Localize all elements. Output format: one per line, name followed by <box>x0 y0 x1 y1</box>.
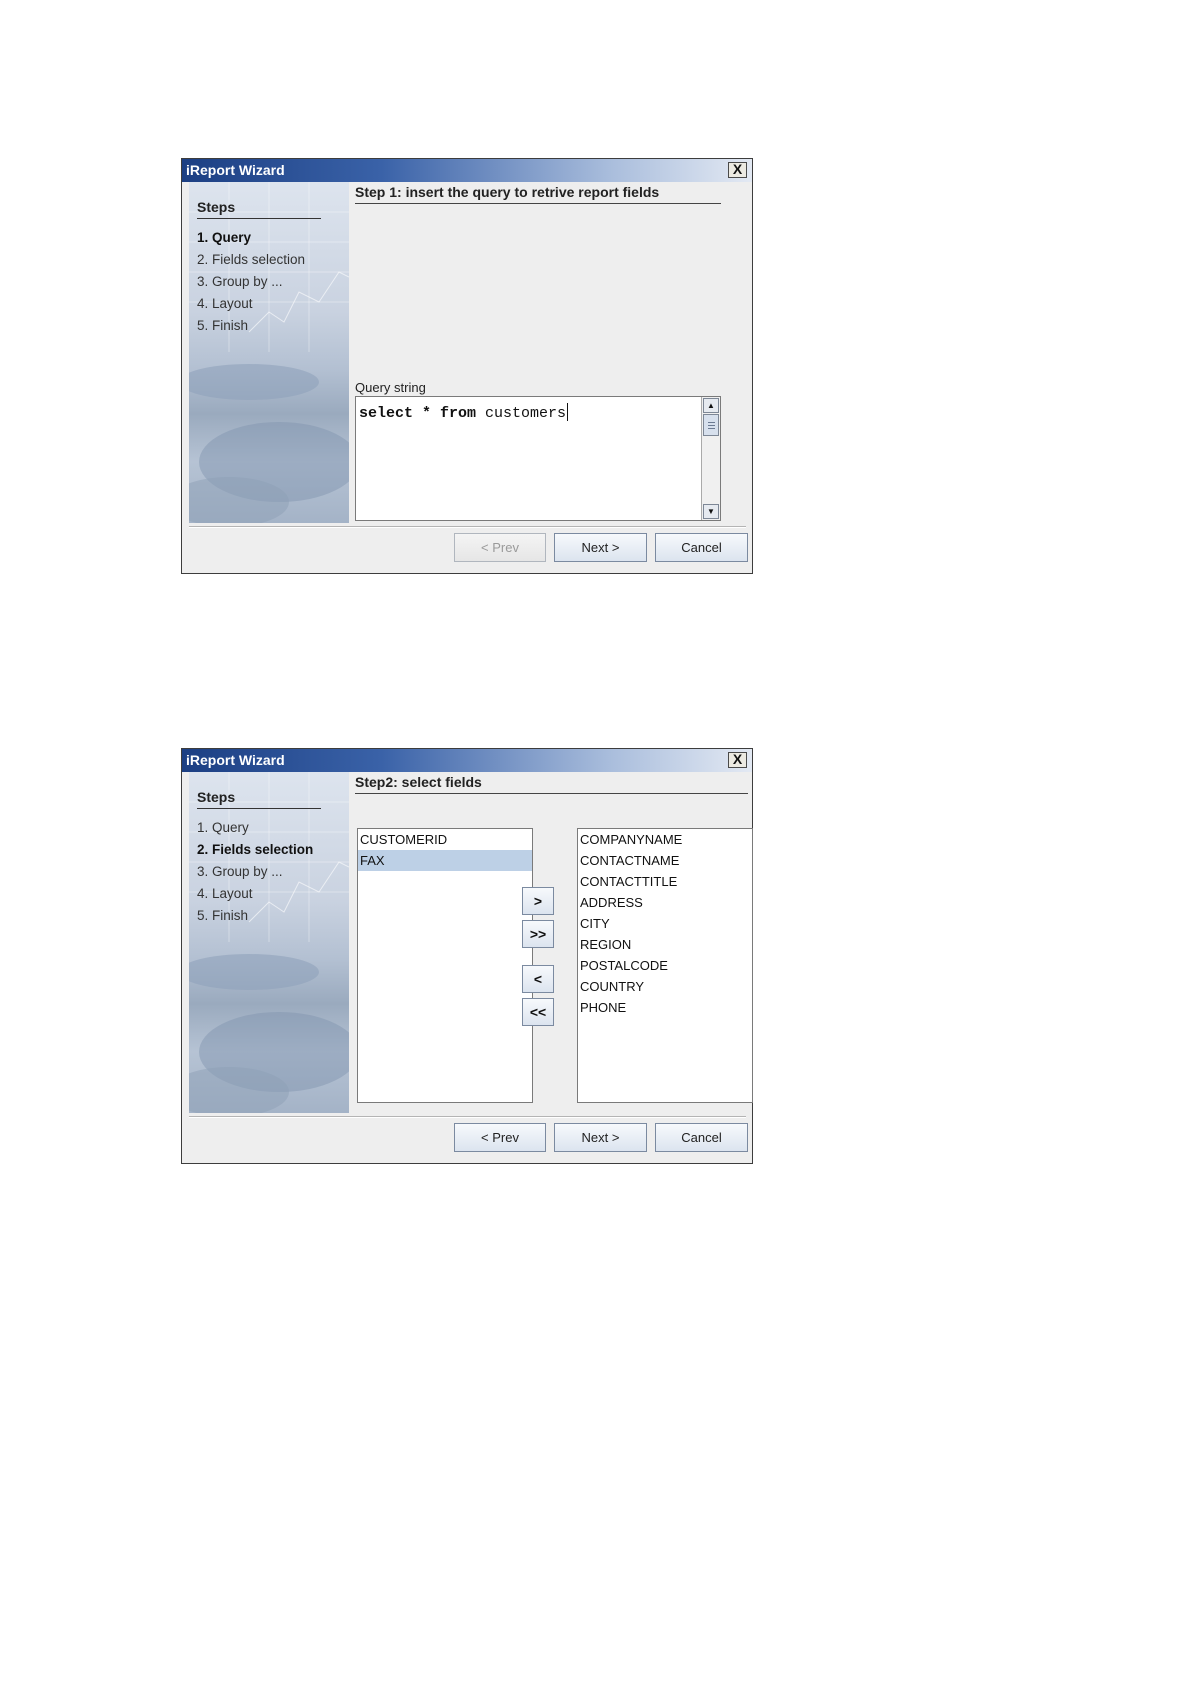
list-item[interactable]: REGION <box>578 934 752 955</box>
step-item-query: 1. Query <box>197 230 252 245</box>
close-icon: X <box>732 751 743 767</box>
steps-panel: Steps 1. Query 2. Fields selection 3. Gr… <box>189 182 349 523</box>
step-title-divider <box>355 203 721 204</box>
scroll-down-arrow-icon[interactable]: ▼ <box>703 504 719 519</box>
list-item[interactable]: COUNTRY <box>578 976 752 997</box>
next-button[interactable]: Next > <box>554 533 647 562</box>
list-item[interactable]: PHONE <box>578 997 752 1018</box>
close-button[interactable]: X <box>728 752 747 768</box>
list-item[interactable]: ADDRESS <box>578 892 752 913</box>
window-title: iReport Wizard <box>186 162 285 178</box>
list-item[interactable]: CUSTOMERID <box>358 829 532 850</box>
cancel-button[interactable]: Cancel <box>655 1123 748 1152</box>
scroll-thumb[interactable] <box>703 414 719 436</box>
window-title: iReport Wizard <box>186 752 285 768</box>
scroll-up-arrow-icon[interactable]: ▲ <box>703 398 719 413</box>
step-item-layout: 4. Layout <box>197 296 253 311</box>
list-item[interactable]: CONTACTNAME <box>578 850 752 871</box>
steps-heading: Steps <box>197 789 236 805</box>
step-item-finish: 5. Finish <box>197 908 249 923</box>
next-button[interactable]: Next > <box>554 1123 647 1152</box>
step-item-fields-selection: 2. Fields selection <box>197 842 314 857</box>
title-bar[interactable]: iReport Wizard X <box>182 159 752 182</box>
list-item[interactable]: CITY <box>578 913 752 934</box>
list-item-selected[interactable]: FAX <box>358 850 532 871</box>
close-button[interactable]: X <box>728 162 747 178</box>
button-bar-divider <box>189 1116 746 1118</box>
available-fields-list[interactable]: CUSTOMERID FAX <box>357 828 533 1103</box>
steps-list: 1. Query 2. Fields selection 3. Group by… <box>197 817 313 927</box>
button-bar-divider <box>189 526 746 528</box>
vertical-scrollbar[interactable]: ▲ ▼ <box>701 397 720 520</box>
add-all-fields-button[interactable]: >> <box>522 920 554 948</box>
step-title-divider <box>355 793 748 794</box>
text-caret <box>567 403 569 421</box>
query-text: select * from customers <box>359 403 569 422</box>
selected-fields-list[interactable]: COMPANYNAME CONTACTNAME CONTACTTITLE ADD… <box>577 828 753 1103</box>
steps-heading: Steps <box>197 199 236 215</box>
cancel-button[interactable]: Cancel <box>655 533 748 562</box>
title-bar[interactable]: iReport Wizard X <box>182 749 752 772</box>
add-field-button[interactable]: > <box>522 887 554 915</box>
query-text-area[interactable]: select * from customers ▲ ▼ <box>355 396 721 521</box>
step-item-group-by: 3. Group by ... <box>197 864 283 879</box>
steps-divider <box>197 218 321 219</box>
prev-button[interactable]: < Prev <box>454 1123 546 1152</box>
close-icon: X <box>732 161 743 177</box>
steps-panel: Steps 1. Query 2. Fields selection 3. Gr… <box>189 772 349 1113</box>
steps-list: 1. Query 2. Fields selection 3. Group by… <box>197 227 305 337</box>
step-item-layout: 4. Layout <box>197 886 253 901</box>
wizard-window-step2: iReport Wizard X Steps 1. Query 2. Field… <box>181 748 753 1164</box>
prev-button[interactable]: < Prev <box>454 533 546 562</box>
steps-divider <box>197 808 321 809</box>
list-item[interactable]: CONTACTTITLE <box>578 871 752 892</box>
query-keywords: select * from <box>359 405 477 422</box>
step-title: Step 1: insert the query to retrive repo… <box>355 184 660 200</box>
query-table-name: customers <box>476 405 567 422</box>
query-string-label: Query string <box>355 380 426 395</box>
list-item[interactable]: COMPANYNAME <box>578 829 752 850</box>
list-item[interactable]: POSTALCODE <box>578 955 752 976</box>
remove-all-fields-button[interactable]: << <box>522 998 554 1026</box>
step-item-fields-selection: 2. Fields selection <box>197 252 306 267</box>
step-item-query: 1. Query <box>197 820 249 835</box>
step-item-group-by: 3. Group by ... <box>197 274 283 289</box>
remove-field-button[interactable]: < <box>522 965 554 993</box>
step-title: Step2: select fields <box>355 774 482 790</box>
step-item-finish: 5. Finish <box>197 318 249 333</box>
wizard-window-step1: iReport Wizard X Steps 1. Query 2. Field… <box>181 158 753 574</box>
